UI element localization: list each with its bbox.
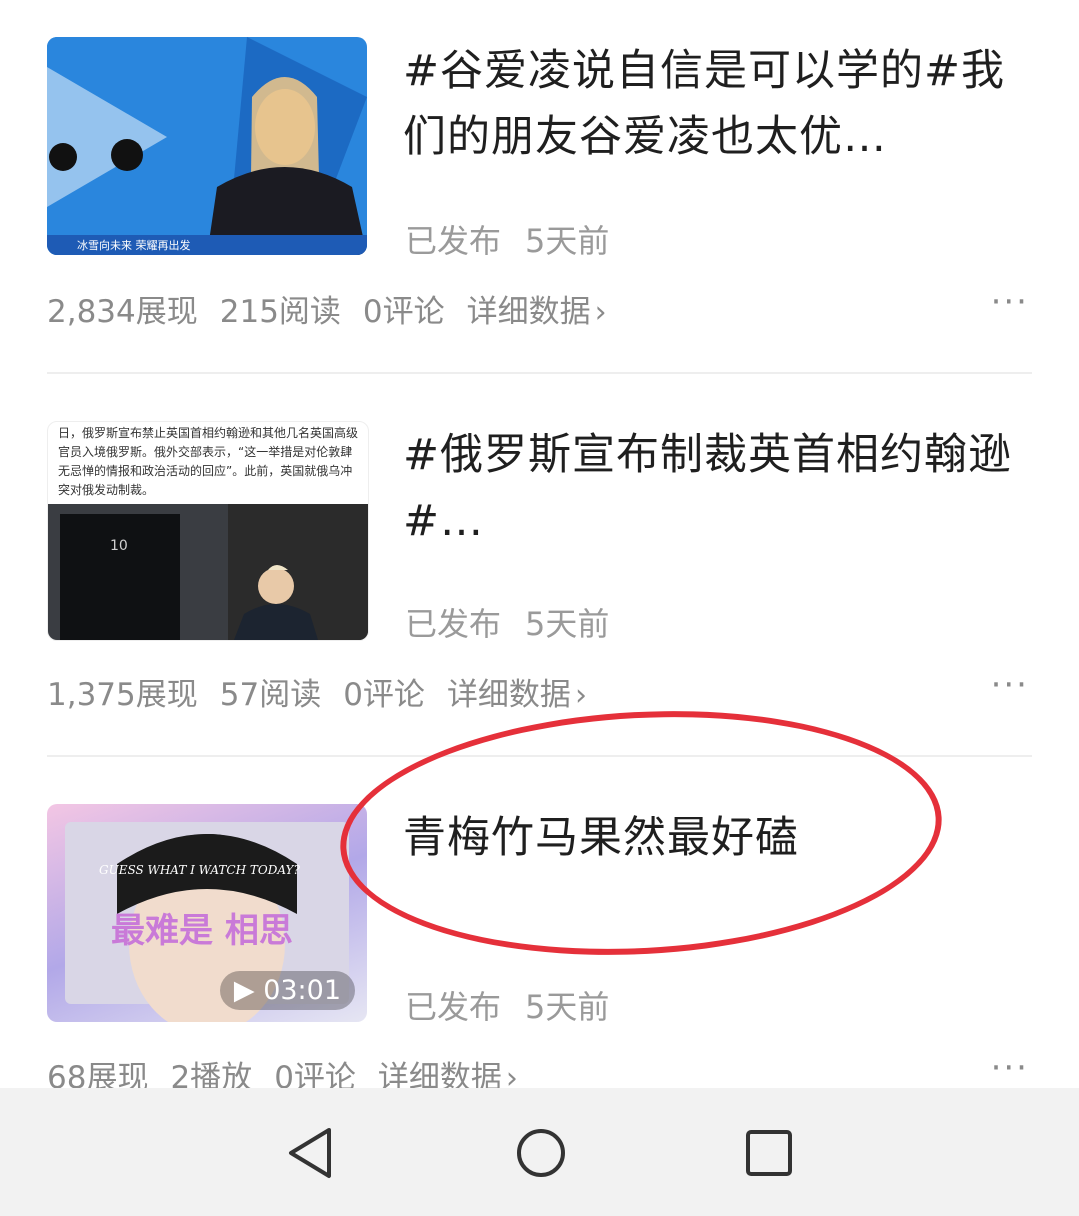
home-circle-icon[interactable] bbox=[514, 1126, 568, 1180]
duration-text: 03:01 bbox=[263, 975, 341, 1006]
annotation-circle bbox=[334, 696, 948, 970]
more-options-icon[interactable]: ··· bbox=[991, 1048, 1029, 1088]
reads-count: 57阅读 bbox=[219, 677, 322, 713]
thumbnail-text: 日，俄罗斯宣布禁止英国首相约翰逊和其他几名英国高级官员入境俄罗斯。俄外交部表示，… bbox=[58, 426, 358, 497]
more-options-icon[interactable]: ··· bbox=[991, 665, 1029, 705]
detail-data-link[interactable]: 详细数据 › bbox=[467, 294, 629, 330]
comments-count: 0评论 bbox=[343, 677, 425, 713]
publish-status: 已发布 5天前 bbox=[405, 599, 609, 645]
play-icon: ▶ bbox=[233, 975, 255, 1006]
svg-text:GUESS WHAT I WATCH TODAY?: GUESS WHAT I WATCH TODAY? bbox=[99, 863, 300, 877]
publish-status: 已发布 5天前 bbox=[405, 982, 609, 1028]
recent-square-icon[interactable] bbox=[744, 1128, 794, 1178]
video-thumbnail[interactable]: GUESS WHAT I WATCH TODAY? 最难是 相思 ▶ 03:01 bbox=[47, 804, 367, 1022]
status-label: 已发布 bbox=[405, 222, 502, 260]
detail-data-label: 详细数据 bbox=[466, 294, 591, 330]
article-thumbnail[interactable]: 冰雪向未来 荣耀再出发 bbox=[47, 37, 367, 255]
article-title[interactable]: #俄罗斯宣布制裁英首相约翰逊#… bbox=[403, 422, 1043, 554]
thumbnail-image: 冰雪向未来 荣耀再出发 bbox=[47, 37, 367, 255]
system-navigation-bar bbox=[0, 1088, 1079, 1216]
article-title[interactable]: #谷爱凌说自信是可以学的#我们的朋友谷爱凌也太优… bbox=[403, 38, 1043, 170]
detail-data-link[interactable]: 详细数据 › bbox=[447, 677, 609, 713]
chevron-right-icon: › bbox=[594, 295, 607, 330]
publish-time: 5天前 bbox=[525, 605, 610, 643]
publish-status: 已发布 5天前 bbox=[405, 216, 609, 262]
back-triangle-icon[interactable] bbox=[285, 1126, 335, 1180]
reads-count: 215阅读 bbox=[219, 294, 341, 330]
thumbnail-image: 10 bbox=[48, 504, 368, 640]
svg-text:最难是 相思: 最难是 相思 bbox=[111, 911, 293, 951]
comments-count: 0评论 bbox=[362, 294, 445, 330]
chevron-right-icon: › bbox=[574, 678, 587, 713]
impressions-count: 1,375展现 bbox=[47, 677, 198, 713]
stats-row: 2,834展现 215阅读 0评论 详细数据 › bbox=[47, 286, 651, 331]
impressions-count: 2,834展现 bbox=[47, 294, 198, 330]
publish-time: 5天前 bbox=[525, 222, 610, 260]
status-label: 已发布 bbox=[405, 605, 502, 643]
detail-data-label: 详细数据 bbox=[446, 677, 571, 713]
svg-text:10: 10 bbox=[110, 538, 128, 554]
stats-row: 1,375展现 57阅读 0评论 详细数据 › bbox=[47, 669, 631, 714]
article-thumbnail[interactable]: 日，俄罗斯宣布禁止英国首相约翰逊和其他几名英国高级官员入境俄罗斯。俄外交部表示，… bbox=[47, 421, 369, 641]
video-duration: ▶ 03:01 bbox=[219, 971, 355, 1010]
status-label: 已发布 bbox=[405, 988, 502, 1026]
more-options-icon[interactable]: ··· bbox=[991, 282, 1029, 322]
svg-text:冰雪向未来 荣耀再出发: 冰雪向未来 荣耀再出发 bbox=[77, 238, 191, 252]
publish-time: 5天前 bbox=[525, 988, 610, 1026]
divider bbox=[47, 372, 1032, 374]
